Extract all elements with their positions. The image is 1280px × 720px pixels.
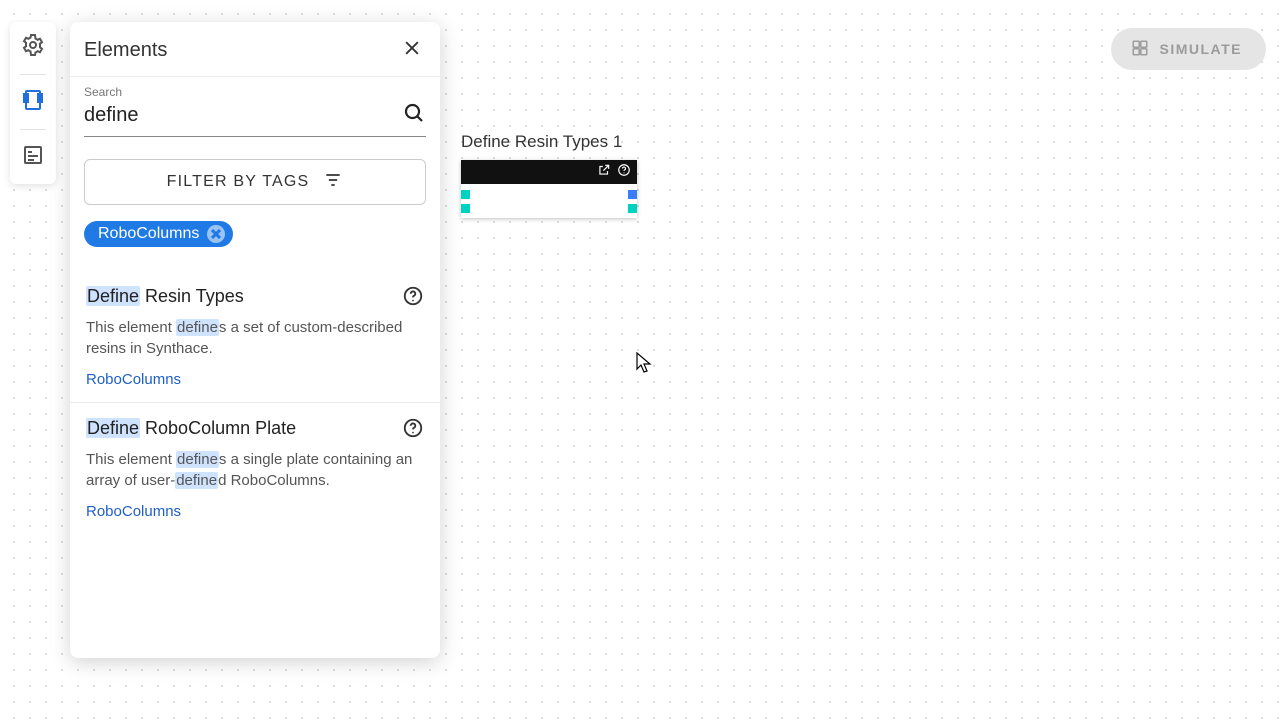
result-tag[interactable]: RoboColumns [86,503,424,520]
result-title: Define RoboColumn Plate [86,418,296,439]
tag-chip-robocolumns[interactable]: RoboColumns [84,221,233,247]
search-label: Search [84,85,426,99]
canvas-node-define-resin-types[interactable]: Define Resin Types 1 [461,132,637,218]
search-block: Search [70,77,440,141]
filter-label: FILTER BY TAGS [167,173,310,191]
rail-separator [20,129,46,130]
node-input-port[interactable] [461,190,470,199]
result-item[interactable]: Define Resin Types This element defines … [70,271,440,402]
result-description: This element defines a single plate cont… [86,449,424,491]
elements-icon [21,88,45,117]
tag-chip-label: RoboColumns [98,225,199,243]
filter-icon [323,170,343,195]
rail-protocol-button[interactable] [16,140,50,174]
node-output-port[interactable] [628,204,637,213]
protocol-icon [21,143,45,172]
simulate-icon [1131,39,1149,60]
node-input-port[interactable] [461,204,470,213]
remove-tag-icon[interactable] [207,225,225,243]
node-output-port[interactable] [628,190,637,199]
search-row [84,101,426,137]
rail-elements-button[interactable] [16,85,50,119]
result-item[interactable]: Define RoboColumn Plate This element def… [70,402,440,534]
panel-title: Elements [84,39,167,62]
help-icon[interactable] [402,285,424,307]
node-title: Define Resin Types 1 [461,132,637,152]
left-rail [10,22,56,184]
gear-icon [21,33,45,62]
panel-close-button[interactable] [398,36,426,64]
result-description: This element defines a set of custom-des… [86,317,424,359]
node-body[interactable] [461,160,637,218]
filter-by-tags-button[interactable]: FILTER BY TAGS [84,159,426,205]
highlight: Define [86,286,140,306]
rail-settings-button[interactable] [16,30,50,64]
search-icon[interactable] [402,101,426,130]
highlight: Define [86,418,140,438]
result-title: Define Resin Types [86,286,244,307]
simulate-label: SIMULATE [1159,41,1242,57]
help-icon[interactable] [402,417,424,439]
result-tag[interactable]: RoboColumns [86,371,424,388]
panel-header: Elements [70,22,440,77]
active-tag-chips: RoboColumns [70,205,440,253]
node-toolbar [461,160,637,184]
rail-separator [20,74,46,75]
search-input[interactable] [84,104,402,127]
simulate-button[interactable]: SIMULATE [1111,28,1266,70]
open-external-icon[interactable] [597,163,611,182]
cursor-icon [636,352,652,374]
results-list: Define Resin Types This element defines … [70,271,440,658]
elements-panel: Elements Search FILTER BY TAGS RoboColum… [70,22,440,658]
close-icon [402,38,422,63]
help-icon[interactable] [617,163,631,182]
